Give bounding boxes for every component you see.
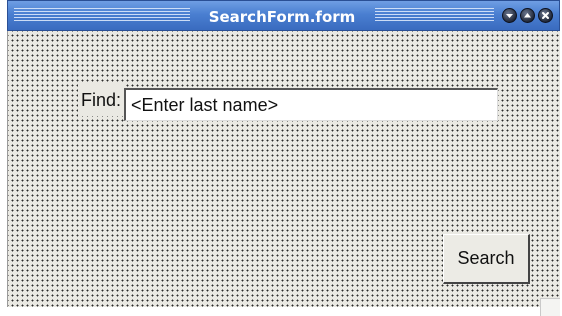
find-label: Find: xyxy=(78,84,124,116)
window-title: SearchForm.form xyxy=(208,8,356,26)
title-bar-grip-left xyxy=(14,8,190,22)
last-name-search-input[interactable] xyxy=(124,88,498,121)
minimize-icon[interactable] xyxy=(502,8,517,23)
form-designer-window: SearchForm.form Find: Search xyxy=(7,0,560,307)
search-button[interactable]: Search xyxy=(443,234,530,284)
maximize-icon[interactable] xyxy=(520,8,535,23)
design-canvas[interactable]: Find: Search xyxy=(7,31,560,307)
title-bar[interactable]: SearchForm.form xyxy=(7,0,560,31)
resize-grip[interactable] xyxy=(540,298,560,316)
title-bar-grip-right xyxy=(375,8,494,22)
close-icon[interactable] xyxy=(538,8,553,23)
